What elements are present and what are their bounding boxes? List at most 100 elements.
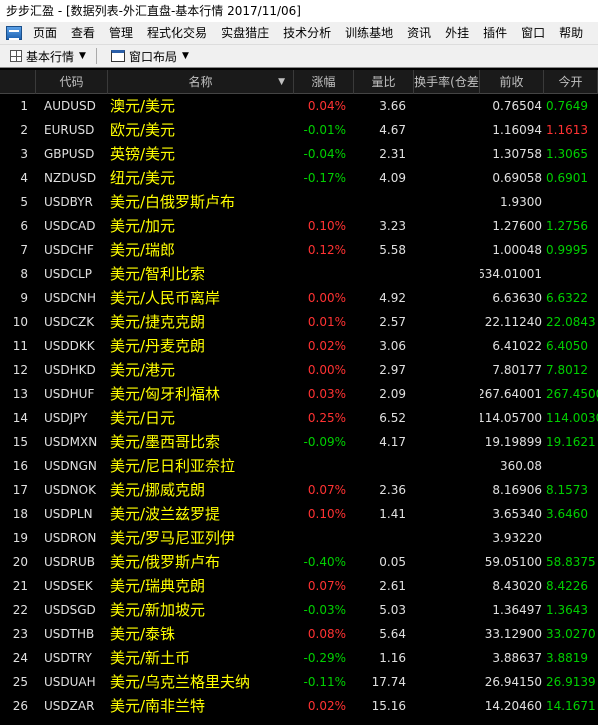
row-open: 3.8819: [546, 651, 588, 665]
row-name: 美元/白俄罗斯卢布: [110, 193, 236, 211]
row-volume-ratio: 5.03: [379, 603, 406, 617]
row-name: 美元/匈牙利福林: [110, 385, 221, 403]
table-row[interactable]: 5 USDBYR 美元/白俄罗斯卢布 1.9300: [0, 190, 598, 214]
row-swap: [414, 430, 480, 454]
row-code: USDPLN: [44, 507, 93, 521]
app-menu-icon[interactable]: [6, 26, 22, 40]
table-row[interactable]: 25 USDUAH 美元/乌克兰格里夫纳 -0.11% 17.74 26.94150 26.…: [0, 670, 598, 694]
row-open: 0.7649: [546, 99, 588, 113]
table-row[interactable]: 1 AUDUSD 澳元/美元 0.04% 3.66 0.76504 0.7649: [0, 94, 598, 118]
header-index: [0, 69, 36, 94]
menu-item-live-hunt[interactable]: 实盘猎庄: [214, 22, 276, 44]
table-row[interactable]: 22 USDSGD 美元/新加坡元 -0.03% 5.03 1.36497 1.3643: [0, 598, 598, 622]
row-open: [544, 526, 598, 550]
table-row[interactable]: 13 USDHUF 美元/匈牙利福林 0.03% 2.09 267.64001 267.45…: [0, 382, 598, 406]
table-row[interactable]: 6 USDCAD 美元/加元 0.10% 3.23 1.27600 1.2756: [0, 214, 598, 238]
row-name: 美元/挪威克朗: [110, 481, 206, 499]
window-icon: [110, 50, 125, 62]
row-open: [544, 454, 598, 478]
row-volume-ratio: 6.52: [379, 411, 406, 425]
row-swap: [414, 694, 480, 718]
row-change-pct: -0.29%: [303, 651, 346, 665]
window-layout-dropdown[interactable]: 窗口布局 ▼: [101, 45, 195, 67]
table-row[interactable]: 9 USDCNH 美元/人民币离岸 0.00% 4.92 6.63630 6.6322: [0, 286, 598, 310]
header-prev-close[interactable]: 前收: [480, 69, 544, 94]
menu-item-news[interactable]: 资讯: [400, 22, 438, 44]
row-swap: [414, 526, 480, 550]
row-index: 17: [12, 483, 28, 497]
toolbar: 基本行情 ▼ 窗口布局 ▼: [0, 44, 598, 68]
row-prev-close: 22.11240: [484, 315, 542, 329]
table-row[interactable]: 20 USDRUB 美元/俄罗斯卢布 -0.40% 0.05 59.05100 58.837…: [0, 550, 598, 574]
row-name: 美元/瑞郎: [110, 241, 176, 259]
row-index: 13: [12, 387, 28, 401]
table-row[interactable]: 8 USDCLP 美元/智利比索 634.01001: [0, 262, 598, 286]
row-open: 0.6901: [546, 171, 588, 185]
menu-item-program-trading[interactable]: 程式化交易: [140, 22, 214, 44]
row-index: 22: [12, 603, 28, 617]
table-row[interactable]: 18 USDPLN 美元/波兰兹罗提 0.10% 1.41 3.65340 3.6460: [0, 502, 598, 526]
row-prev-close: 33.12900: [484, 627, 542, 641]
header-open[interactable]: 今开: [544, 69, 598, 94]
menu-item-page[interactable]: 页面: [26, 22, 64, 44]
row-open: 33.0270: [546, 627, 596, 641]
table-row[interactable]: 14 USDJPY 美元/日元 0.25% 6.52 114.05700 114.0030: [0, 406, 598, 430]
row-open: 8.1573: [546, 483, 588, 497]
row-open: 1.3643: [546, 603, 588, 617]
row-index: 24: [12, 651, 28, 665]
row-change-pct: 0.08%: [307, 627, 346, 641]
row-code: USDCLP: [44, 267, 92, 281]
menu-item-view[interactable]: 查看: [64, 22, 102, 44]
menu-item-addon[interactable]: 外挂: [438, 22, 476, 44]
basic-quote-dropdown[interactable]: 基本行情 ▼: [0, 45, 92, 67]
menu-item-training[interactable]: 训练基地: [338, 22, 400, 44]
row-prev-close: 0.76504: [492, 99, 542, 113]
menu-item-window[interactable]: 窗口: [514, 22, 552, 44]
row-prev-close: 19.19899: [484, 435, 542, 449]
row-code: USDTHB: [44, 627, 95, 641]
row-swap: [414, 670, 480, 694]
window-layout-label: 窗口布局: [128, 49, 177, 64]
menu-item-tech-analysis[interactable]: 技术分析: [276, 22, 338, 44]
table-row[interactable]: 26 USDZAR 美元/南非兰特 0.02% 15.16 14.20460 14.1671: [0, 694, 598, 718]
row-code: AUDUSD: [44, 99, 96, 113]
menu-item-help[interactable]: 帮助: [552, 22, 590, 44]
table-row[interactable]: 19 USDRON 美元/罗马尼亚列伊 3.93220: [0, 526, 598, 550]
row-name: 美元/加元: [110, 217, 176, 235]
row-change-pct: 0.04%: [307, 99, 346, 113]
table-row[interactable]: 2 EURUSD 欧元/美元 -0.01% 4.67 1.16094 1.1613: [0, 118, 598, 142]
caret-down-icon: ▼: [181, 51, 189, 61]
row-swap: [414, 142, 480, 166]
table-row[interactable]: 21 USDSEK 美元/瑞典克朗 0.07% 2.61 8.43020 8.4226: [0, 574, 598, 598]
row-swap: [414, 286, 480, 310]
row-name: 美元/新土币: [110, 649, 191, 667]
table-row[interactable]: 16 USDNGN 美元/尼日利亚奈拉 360.08: [0, 454, 598, 478]
table-row[interactable]: 24 USDTRY 美元/新土币 -0.29% 1.16 3.88637 3.8819: [0, 646, 598, 670]
row-code: USDSEK: [44, 579, 93, 593]
grid-icon: [10, 50, 22, 62]
header-volume-ratio[interactable]: 量比: [354, 69, 414, 94]
table-row[interactable]: 23 USDTHB 美元/泰铢 0.08% 5.64 33.12900 33.0270: [0, 622, 598, 646]
table-row[interactable]: 15 USDMXN 美元/墨西哥比索 -0.09% 4.17 19.19899 19.162…: [0, 430, 598, 454]
menu-item-manage[interactable]: 管理: [102, 22, 140, 44]
table-row[interactable]: 7 USDCHF 美元/瑞郎 0.12% 5.58 1.00048 0.9995: [0, 238, 598, 262]
header-name[interactable]: 名称 ▼: [108, 69, 294, 94]
row-open: 14.1671: [546, 699, 596, 713]
header-change-pct[interactable]: 涨幅: [294, 69, 354, 94]
table-row[interactable]: 12 USDHKD 美元/港元 0.00% 2.97 7.80177 7.8012: [0, 358, 598, 382]
row-prev-close: 0.69058: [492, 171, 542, 185]
row-name: 澳元/美元: [110, 97, 176, 115]
row-index: 8: [20, 267, 28, 281]
table-row[interactable]: 10 USDCZK 美元/捷克克朗 0.01% 2.57 22.11240 22.0843: [0, 310, 598, 334]
header-code[interactable]: 代码: [36, 69, 108, 94]
header-swap[interactable]: 换手率(仓差: [414, 69, 480, 94]
table-row[interactable]: 3 GBPUSD 英镑/美元 -0.04% 2.31 1.30758 1.3065: [0, 142, 598, 166]
window-title-bar: 步步汇盈 - [数据列表-外汇直盘-基本行情 2017/11/06]: [0, 0, 598, 22]
table-row[interactable]: 11 USDDKK 美元/丹麦克朗 0.02% 3.06 6.41022 6.4050: [0, 334, 598, 358]
row-swap: [414, 166, 480, 190]
table-row[interactable]: 4 NZDUSD 纽元/美元 -0.17% 4.09 0.69058 0.6901: [0, 166, 598, 190]
row-code: USDRUB: [44, 555, 95, 569]
row-swap: [414, 478, 480, 502]
table-row[interactable]: 17 USDNOK 美元/挪威克朗 0.07% 2.36 8.16906 8.1573: [0, 478, 598, 502]
menu-item-plugin[interactable]: 插件: [476, 22, 514, 44]
